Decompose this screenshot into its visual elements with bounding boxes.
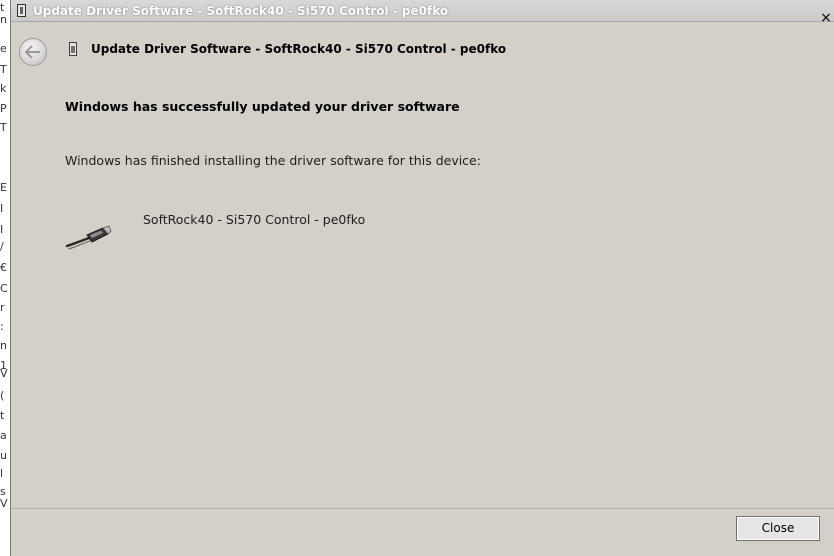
success-heading: Windows has successfully updated your dr… — [65, 99, 460, 114]
update-driver-dialog: Update Driver Software - SoftRock40 - Si… — [10, 0, 834, 556]
wizard-header: Update Driver Software - SoftRock40 - Si… — [11, 22, 834, 72]
finished-message: Windows has finished installing the driv… — [65, 153, 481, 168]
device-name: SoftRock40 - Si570 Control - pe0fko — [143, 212, 366, 227]
usb-plug-icon — [65, 225, 112, 250]
dialog-footer: Close — [11, 508, 834, 556]
title-bar[interactable]: Update Driver Software - SoftRock40 - Si… — [11, 0, 834, 25]
device-icon — [69, 42, 77, 56]
device-icon — [17, 4, 26, 17]
back-button[interactable] — [19, 38, 47, 66]
wizard-content: Windows has successfully updated your dr… — [11, 72, 834, 472]
back-arrow-icon — [25, 45, 40, 59]
window-title: Update Driver Software - SoftRock40 - Si… — [33, 4, 449, 18]
close-button[interactable]: Close — [736, 516, 820, 541]
wizard-title: Update Driver Software - SoftRock40 - Si… — [91, 42, 507, 56]
